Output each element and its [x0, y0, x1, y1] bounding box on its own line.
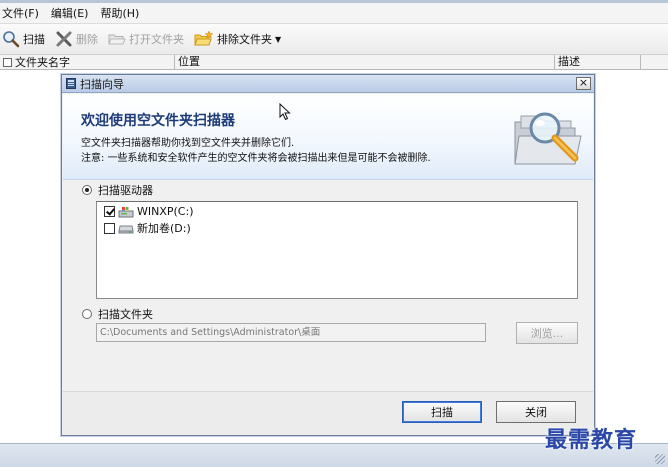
scan-folder-radio[interactable]: [82, 309, 92, 319]
list-column-header: 文件夹名字 位置 描述: [0, 55, 668, 70]
drive-item-d[interactable]: 新加卷(D:): [104, 220, 191, 236]
delete-button[interactable]: 删除: [55, 30, 98, 48]
scan-button-label: 扫描: [23, 33, 45, 46]
delete-button-label: 删除: [76, 33, 98, 46]
scan-folder-label: 扫描文件夹: [98, 308, 153, 321]
dropdown-caret-icon: ▼: [275, 34, 282, 44]
app-icon: [66, 78, 76, 89]
column-folder-name[interactable]: 文件夹名字: [0, 55, 175, 70]
folder-magnifier-icon: [514, 112, 582, 165]
drive-d-label: 新加卷(D:): [137, 222, 191, 235]
folder-star-icon: [194, 30, 214, 46]
scan-wizard-dialog: 扫描向导 × 欢迎使用空文件夹扫描器 空文件夹扫描器帮助你找到空文件夹并删除它们…: [61, 74, 595, 436]
folder-path-input[interactable]: C:\Documents and Settings\Administrator\…: [96, 323, 486, 342]
select-all-checkbox[interactable]: [3, 58, 12, 67]
banner-title: 欢迎使用空文件夹扫描器: [81, 113, 235, 129]
wizard-banner: 欢迎使用空文件夹扫描器 空文件夹扫描器帮助你找到空文件夹并删除它们. 注意: 一…: [63, 94, 593, 180]
dialog-title-bar[interactable]: 扫描向导 ×: [62, 75, 594, 93]
dialog-title: 扫描向导: [80, 77, 124, 91]
column-location-label: 位置: [178, 55, 200, 68]
exclude-folder-button[interactable]: 排除文件夹 ▼: [194, 30, 281, 48]
menu-bar: 文件(F) 编辑(E) 帮助(H): [0, 3, 668, 24]
system-drive-icon: [118, 206, 134, 217]
drive-d-checkbox[interactable]: [104, 222, 115, 234]
delete-x-icon: [56, 31, 72, 47]
drive-list[interactable]: WINXP(C:) 新加卷(D:): [96, 201, 578, 299]
banner-description: 空文件夹扫描器帮助你找到空文件夹并删除它们.: [81, 138, 295, 149]
close-button[interactable]: 关闭: [496, 401, 576, 423]
exclude-folder-button-label: 排除文件夹: [217, 33, 272, 46]
drive-icon: [118, 225, 134, 234]
dialog-close-button[interactable]: ×: [576, 77, 591, 90]
menu-help[interactable]: 帮助(H): [100, 5, 139, 21]
drive-c-label: WINXP(C:): [137, 205, 194, 218]
resize-grip-icon[interactable]: [655, 454, 665, 464]
banner-note: 注意: 一些系统和安全软件产生的空文件夹将会被扫描出来但是可能不会被删除.: [81, 153, 431, 164]
browse-button[interactable]: 浏览...: [516, 322, 578, 344]
column-location[interactable]: 位置: [175, 55, 555, 70]
open-folder-button-label: 打开文件夹: [129, 33, 184, 46]
scan-folder-option[interactable]: 扫描文件夹: [82, 306, 153, 322]
scan-drives-radio[interactable]: [82, 185, 92, 195]
column-description[interactable]: 描述: [555, 55, 641, 70]
column-description-label: 描述: [558, 55, 580, 68]
scan-button[interactable]: 扫描: [2, 30, 45, 48]
drive-c-checkbox[interactable]: [104, 206, 115, 217]
column-folder-name-label: 文件夹名字: [15, 55, 70, 69]
scan-drives-option[interactable]: 扫描驱动器: [82, 182, 153, 198]
scan-drives-label: 扫描驱动器: [98, 184, 153, 197]
mouse-cursor-icon: [279, 103, 291, 121]
toolbar: 扫描 删除 打开文件夹 排除文件夹 ▼: [0, 24, 668, 55]
open-folder-button[interactable]: 打开文件夹: [108, 30, 184, 48]
menu-file[interactable]: 文件(F): [2, 5, 39, 21]
magnifier-icon: [3, 31, 20, 48]
menu-edit[interactable]: 编辑(E): [51, 5, 89, 21]
open-folder-icon: [108, 34, 126, 45]
scan-start-button[interactable]: 扫描: [402, 401, 482, 423]
drive-item-c[interactable]: WINXP(C:): [104, 205, 194, 218]
watermark-text: 最需教育: [545, 427, 638, 453]
